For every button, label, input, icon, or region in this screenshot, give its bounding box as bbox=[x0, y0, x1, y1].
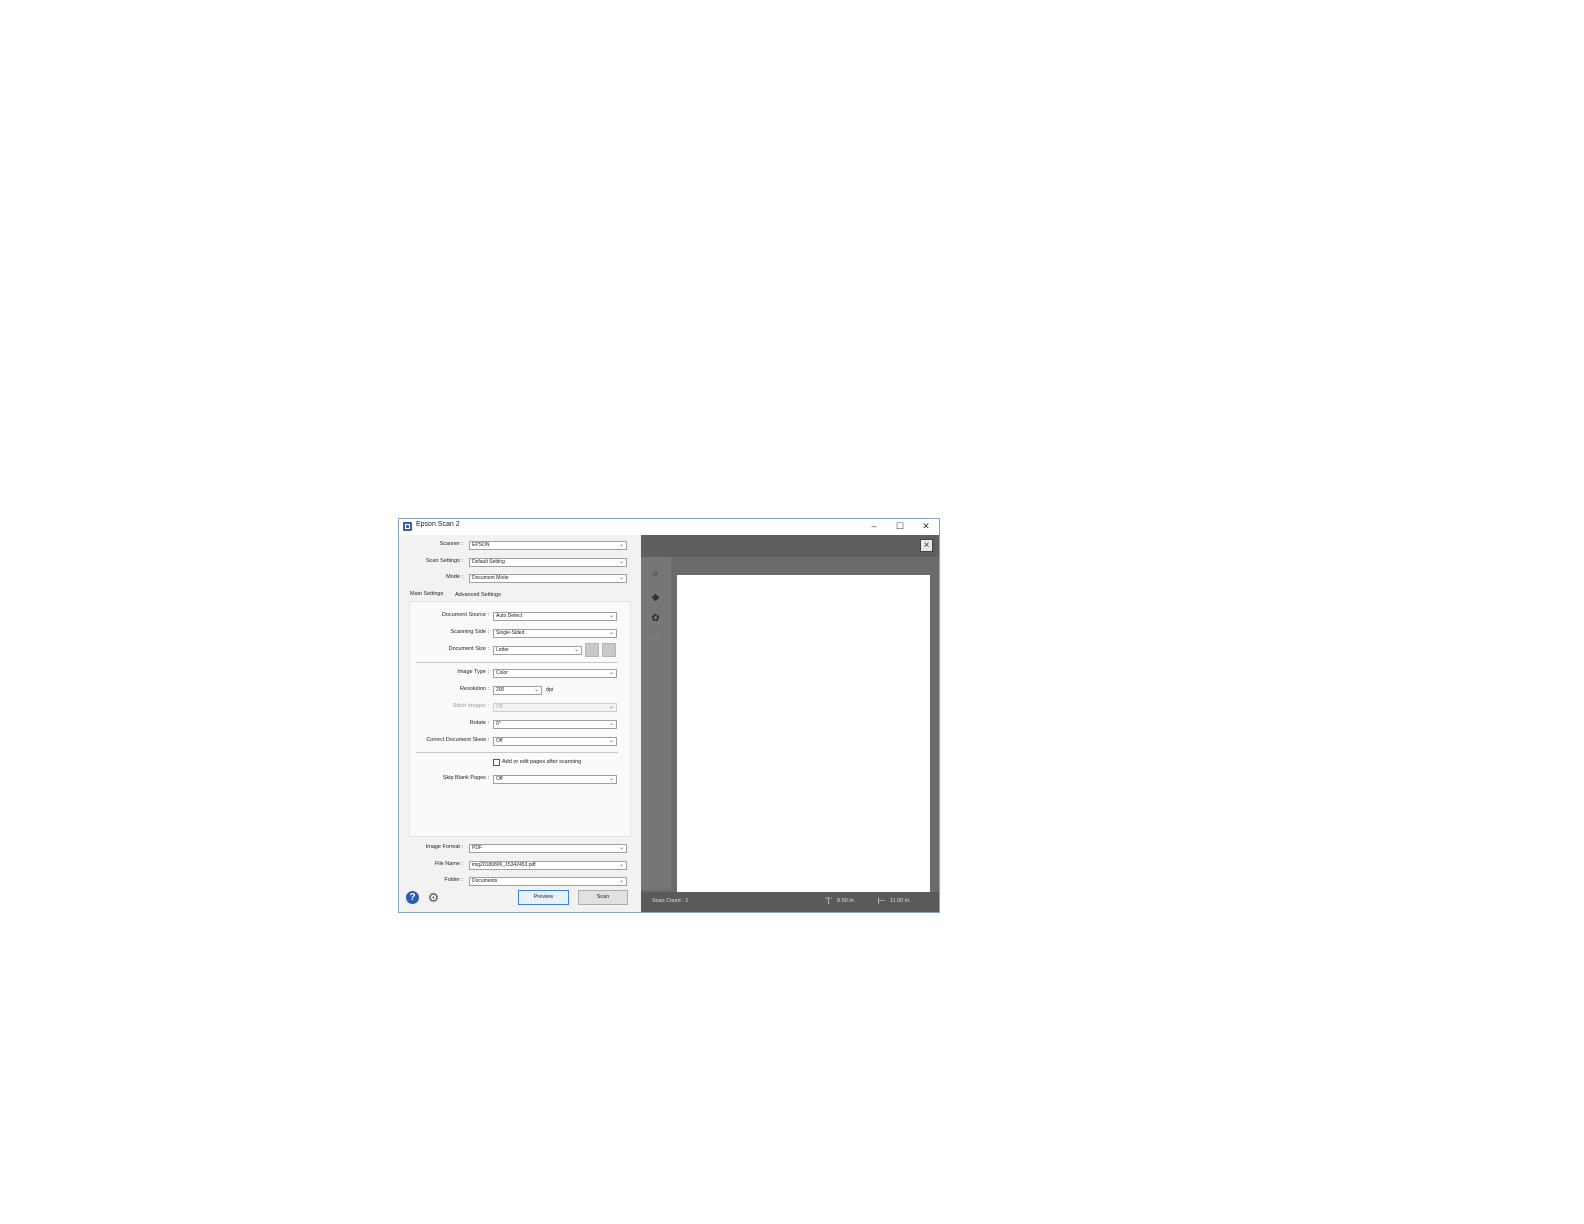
file-name-value: img20180806_15342453.pdf bbox=[472, 862, 536, 868]
scanner-value: EPSON bbox=[472, 542, 490, 548]
preview-status-bar: Scan Count : 1 ⊤ 8.50 in. ⊢ 11.00 in. bbox=[641, 892, 939, 912]
scan-settings-label: Scan Settings : bbox=[426, 558, 463, 564]
scan-button[interactable]: Scan bbox=[578, 890, 628, 905]
chevron-down-icon: ⌄ bbox=[618, 575, 624, 581]
epson-scan-window: Epson Scan 2 – ☐ ✕ Scanner : EPSON ⌄ Sca… bbox=[398, 518, 940, 913]
zoom-icon[interactable]: ⌕ bbox=[649, 567, 662, 580]
add-edit-pages-checkbox[interactable] bbox=[493, 759, 500, 766]
scan-settings-dropdown[interactable]: Default Setting ⌄ bbox=[469, 558, 627, 567]
resolution-unit: dpi bbox=[546, 687, 554, 693]
folder-dropdown[interactable]: Documents ⌄ bbox=[469, 877, 627, 886]
resolution-label: Resolution : bbox=[459, 686, 489, 692]
preview-pane: × ⌕ ◆ ✿ ▭ Scan Count : 1 ⊤ 8.50 in. ⊢ 11… bbox=[641, 535, 939, 912]
image-format-dropdown[interactable]: PDF ⌄ bbox=[469, 844, 627, 853]
mode-label: Mode : bbox=[446, 574, 463, 580]
folder-label: Folder : bbox=[444, 877, 463, 883]
skip-blank-dropdown[interactable]: Off ⌄ bbox=[493, 775, 617, 784]
divider bbox=[416, 662, 618, 663]
image-format-label: Image Format : bbox=[425, 844, 463, 850]
epson-app-icon bbox=[403, 522, 412, 531]
mode-dropdown[interactable]: Document Mode ⌄ bbox=[469, 574, 627, 583]
preview-page bbox=[677, 575, 930, 901]
close-button[interactable]: ✕ bbox=[919, 520, 933, 533]
chevron-down-icon: ⌄ bbox=[608, 613, 614, 619]
scanning-side-dropdown[interactable]: Single-Sided ⌄ bbox=[493, 629, 617, 638]
document-size-value: Letter bbox=[496, 647, 509, 653]
chevron-down-icon: ⌄ bbox=[608, 704, 614, 710]
settings-pane: Scanner : EPSON ⌄ Scan Settings : Defaul… bbox=[399, 535, 641, 912]
skip-blank-value: Off bbox=[496, 776, 503, 782]
rotate-label: Rotate : bbox=[469, 720, 489, 726]
rotate-value: 0° bbox=[496, 721, 501, 727]
document-source-dropdown[interactable]: Auto Detect ⌄ bbox=[493, 612, 617, 621]
rotate-dropdown[interactable]: 0° ⌄ bbox=[493, 720, 617, 729]
divider bbox=[416, 752, 618, 753]
chevron-down-icon: ⌄ bbox=[608, 738, 614, 744]
image-type-label: Image Type : bbox=[457, 669, 489, 675]
image-format-value: PDF bbox=[472, 845, 482, 851]
preview-header: × bbox=[641, 535, 939, 557]
correct-skew-value: Off bbox=[496, 738, 503, 744]
folder-value: Documents bbox=[472, 878, 498, 884]
chevron-down-icon: ⌄ bbox=[618, 878, 624, 884]
maximize-button[interactable]: ☐ bbox=[893, 520, 907, 533]
chevron-down-icon: ⌄ bbox=[533, 687, 539, 693]
chevron-down-icon: ⌄ bbox=[608, 721, 614, 727]
add-edit-pages-label: Add or edit pages after scanning bbox=[502, 759, 582, 765]
chevron-down-icon: ⌄ bbox=[608, 630, 614, 636]
tab-advanced-settings[interactable]: Advanced Settings bbox=[455, 592, 501, 598]
scan-count: Scan Count : 1 bbox=[652, 898, 689, 904]
chevron-down-icon: ⌄ bbox=[608, 776, 614, 782]
resolution-value: 200 bbox=[496, 687, 505, 693]
chevron-down-icon: ⌄ bbox=[618, 559, 624, 565]
stitch-images-label: Stitch Images : bbox=[452, 703, 489, 709]
preview-height: 11.00 in. bbox=[890, 898, 911, 904]
stitch-images-value: Off bbox=[496, 704, 503, 710]
page-icon[interactable]: ▭ bbox=[649, 632, 662, 645]
select-area-icon[interactable]: ◆ bbox=[649, 591, 662, 604]
scanner-label: Scanner : bbox=[439, 541, 463, 547]
mode-value: Document Mode bbox=[472, 575, 509, 581]
file-name-label: File Name : bbox=[434, 861, 463, 867]
scanning-side-label: Scanning Side : bbox=[450, 629, 489, 635]
close-preview-icon[interactable]: × bbox=[920, 539, 933, 552]
scanning-side-value: Single-Sided bbox=[496, 630, 525, 636]
chevron-down-icon: ⌄ bbox=[573, 647, 579, 653]
title-bar: Epson Scan 2 – ☐ ✕ bbox=[399, 519, 939, 535]
window-title: Epson Scan 2 bbox=[416, 521, 460, 528]
file-name-dropdown[interactable]: img20180806_15342453.pdf ⌄ bbox=[469, 861, 627, 870]
chevron-down-icon: ⌄ bbox=[618, 542, 624, 548]
document-size-label: Document Size : bbox=[448, 646, 489, 652]
portrait-orientation-button[interactable] bbox=[585, 643, 599, 657]
scanner-dropdown[interactable]: EPSON ⌄ bbox=[469, 541, 627, 550]
rotate-preview-icon[interactable]: ✿ bbox=[649, 612, 662, 625]
preview-toolbar: ⌕ ◆ ✿ ▭ bbox=[641, 557, 671, 890]
stitch-images-dropdown: Off ⌄ bbox=[493, 703, 617, 712]
document-size-dropdown[interactable]: Letter ⌄ bbox=[493, 646, 582, 655]
preview-width: 8.50 in. bbox=[837, 898, 856, 904]
width-icon: ⊤ bbox=[824, 896, 833, 906]
chevron-down-icon: ⌄ bbox=[608, 670, 614, 676]
chevron-down-icon: ⌄ bbox=[618, 862, 624, 868]
resolution-dropdown[interactable]: 200 ⌄ bbox=[493, 686, 542, 695]
help-icon[interactable]: ? bbox=[406, 891, 419, 904]
document-source-value: Auto Detect bbox=[496, 613, 523, 619]
chevron-down-icon: ⌄ bbox=[618, 845, 624, 851]
minimize-button[interactable]: – bbox=[867, 520, 881, 533]
correct-skew-label: Correct Document Skew : bbox=[426, 737, 489, 743]
main-settings-panel: Document Source : Auto Detect ⌄ Scanning… bbox=[409, 601, 631, 837]
image-type-dropdown[interactable]: Color ⌄ bbox=[493, 669, 617, 678]
scan-settings-value: Default Setting bbox=[472, 559, 505, 565]
height-icon: ⊢ bbox=[877, 896, 886, 906]
preview-button[interactable]: Preview bbox=[518, 890, 569, 905]
image-type-value: Color bbox=[496, 670, 508, 676]
skip-blank-label: Skip Blank Pages : bbox=[442, 775, 489, 781]
document-source-label: Document Source : bbox=[441, 612, 489, 618]
gear-icon[interactable]: ⚙ bbox=[427, 891, 440, 904]
landscape-orientation-button[interactable] bbox=[602, 643, 616, 657]
correct-skew-dropdown[interactable]: Off ⌄ bbox=[493, 737, 617, 746]
tab-main-settings[interactable]: Main Settings bbox=[410, 591, 443, 597]
